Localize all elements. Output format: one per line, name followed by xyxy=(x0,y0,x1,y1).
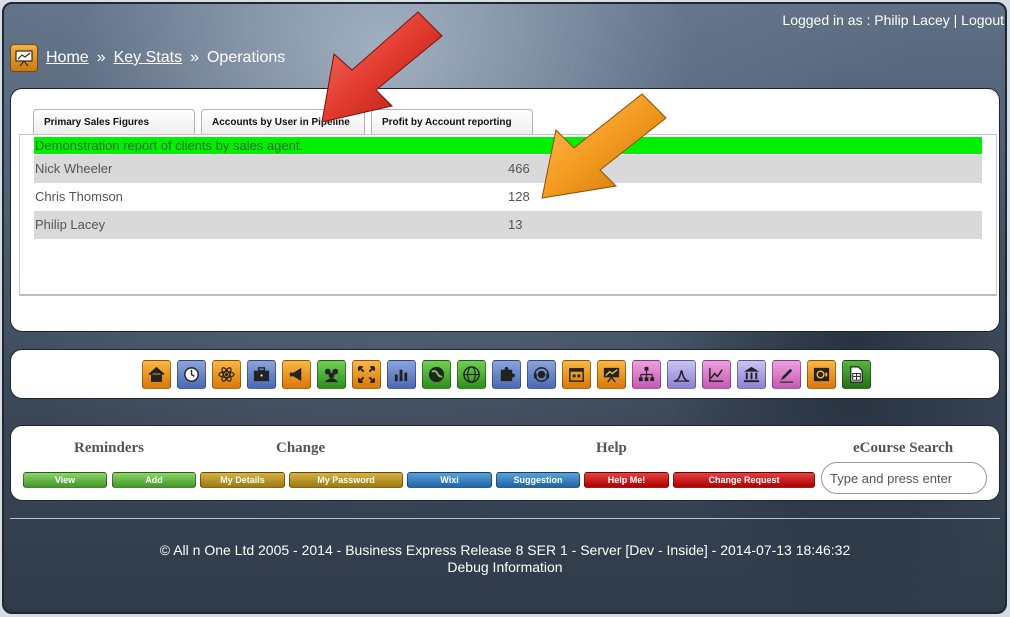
hierarchy-icon[interactable] xyxy=(632,360,661,389)
table-row: Chris Thomson 128 xyxy=(34,183,982,211)
bell-curve-icon[interactable] xyxy=(667,360,696,389)
change-heading: Change xyxy=(276,440,326,456)
ecourse-search-input[interactable] xyxy=(821,462,987,494)
login-bar: Logged in as : Philip Lacey | Logout xyxy=(782,12,1004,28)
agent-name: Nick Wheeler xyxy=(35,161,113,176)
users-icon[interactable] xyxy=(317,360,346,389)
breadcrumb-separator: » xyxy=(96,49,106,66)
red-annotation-arrow xyxy=(321,11,443,123)
table-row: Nick Wheeler 466 xyxy=(34,155,982,183)
support-headset-icon[interactable] xyxy=(527,360,556,389)
calendar-icon[interactable] xyxy=(562,360,591,389)
table-row: Philip Lacey 13 xyxy=(34,211,982,239)
bank-icon[interactable] xyxy=(737,360,766,389)
spreadsheet-icon[interactable] xyxy=(842,360,871,389)
globe-icon[interactable] xyxy=(457,360,486,389)
my-password-button[interactable]: My Password xyxy=(289,472,403,488)
change-request-button[interactable]: Change Request xyxy=(673,472,815,488)
globe-dark-icon[interactable] xyxy=(422,360,451,389)
expand-icon[interactable] xyxy=(352,360,381,389)
breadcrumb-key-stats[interactable]: Key Stats xyxy=(114,49,182,67)
breadcrumb-separator: » xyxy=(190,49,199,66)
copyright-text: © All n One Ltd 2005 - 2014 - Business E… xyxy=(159,542,851,558)
my-details-button[interactable]: My Details xyxy=(200,472,285,488)
clock-icon[interactable] xyxy=(177,360,206,389)
copyright-footer: © All n One Ltd 2005 - 2014 - Business E… xyxy=(0,542,1010,576)
logout-link[interactable]: Logout xyxy=(961,12,1004,28)
login-separator: | xyxy=(953,12,958,28)
breadcrumb-home[interactable]: Home xyxy=(46,49,89,67)
report-title: Demonstration report of clients by sales… xyxy=(34,137,982,154)
line-chart-icon[interactable] xyxy=(702,360,731,389)
view-reminders-button[interactable]: View xyxy=(23,472,107,488)
report-panel: Primary Sales Figures Accounts by User i… xyxy=(10,88,1000,332)
module-icon-bar xyxy=(142,360,871,389)
presentation-board-icon[interactable] xyxy=(597,360,626,389)
quick-actions-panel: Reminders Change Help eCourse Search Vie… xyxy=(10,425,1000,501)
tab-primary-sales[interactable]: Primary Sales Figures xyxy=(33,109,195,134)
module-toolbar xyxy=(10,349,1000,399)
client-count: 128 xyxy=(508,189,530,204)
breadcrumb-current: Operations xyxy=(206,49,286,66)
puzzle-icon[interactable] xyxy=(492,360,521,389)
help-me-button[interactable]: Help Me! xyxy=(584,472,669,488)
megaphone-icon[interactable] xyxy=(282,360,311,389)
pen-icon[interactable] xyxy=(772,360,801,389)
briefcase-icon[interactable] xyxy=(247,360,276,389)
help-heading: Help xyxy=(596,440,627,456)
wixi-button[interactable]: Wixi xyxy=(407,472,492,488)
safe-icon[interactable] xyxy=(807,360,836,389)
atom-icon[interactable] xyxy=(212,360,241,389)
home-icon[interactable] xyxy=(142,360,171,389)
ecourse-search-heading: eCourse Search xyxy=(853,440,954,456)
reminders-heading: Reminders xyxy=(74,440,144,456)
orange-annotation-arrow xyxy=(541,93,667,199)
footer-divider xyxy=(10,518,1000,519)
presentation-icon xyxy=(10,44,38,72)
suggestion-button[interactable]: Suggestion xyxy=(496,472,580,488)
agent-name: Chris Thomson xyxy=(35,189,123,204)
logged-in-label: Logged in as : Philip Lacey xyxy=(782,12,950,28)
client-count: 13 xyxy=(508,217,523,232)
bar-chart-icon[interactable] xyxy=(387,360,416,389)
debug-information-link[interactable]: Debug Information xyxy=(0,559,1010,576)
agent-name: Philip Lacey xyxy=(35,217,106,232)
client-count: 466 xyxy=(508,161,530,176)
breadcrumb: Home » Key Stats » Operations xyxy=(10,44,285,72)
report-content: Demonstration report of clients by sales… xyxy=(19,134,997,296)
add-reminder-button[interactable]: Add xyxy=(112,472,196,488)
